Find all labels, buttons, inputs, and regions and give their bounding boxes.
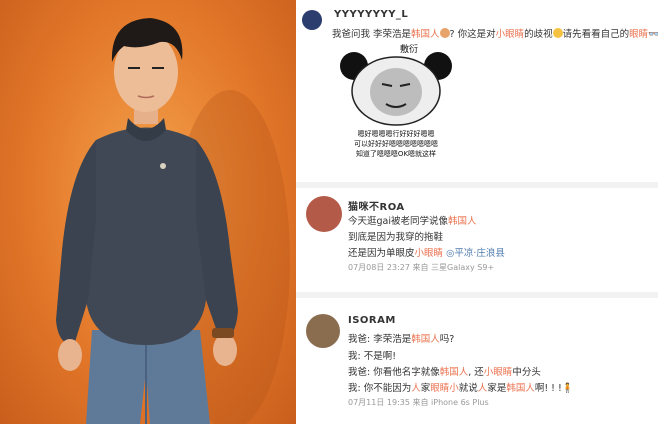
text-segment: 的歧视 <box>524 29 553 40</box>
text-segment: 今天逛gai被老同学说像 <box>348 216 448 227</box>
post-meta: 07月08日 23:27 来自 三星Galaxy S9+ <box>348 263 495 272</box>
comment-text: 我: 你不能因为人家眼睛小就说人家是韩国人啊! ! !🧍 <box>348 380 574 394</box>
comment-text: 我爸: 你看他名字就像韩国人, 还小眼睛中分头 <box>348 364 541 378</box>
meme-caption: 嗯好嗯嗯嗯行好好好嗯嗯 <box>357 130 435 138</box>
highlight-keyword[interactable]: 小眼睛 <box>496 29 525 40</box>
username[interactable]: 猫咪不ROA <box>348 198 405 213</box>
text-segment: 家 <box>420 383 431 394</box>
highlight-keyword[interactable]: 韩国人 <box>506 383 535 394</box>
text-segment: 请先看看自己的 <box>562 29 630 40</box>
text-segment: 中分头 <box>512 367 541 378</box>
comment-feed: YYYYYYYY_L 我爸问我 李荣浩是韩国人? 你这是对小眼睛的歧视 请先看看自… <box>296 0 658 424</box>
highlight-keyword[interactable]: 眼睛小 <box>430 383 459 394</box>
comment-text: 今天逛gai被老同学说像韩国人 <box>348 213 477 227</box>
location-link[interactable]: ◎平凉·庄浪县 <box>446 248 505 259</box>
highlight-keyword[interactable]: 韩国人 <box>440 367 469 378</box>
highlight-keyword[interactable]: 小眼睛 <box>415 248 444 259</box>
panda-meme-image[interactable]: 敷衍 嗯好嗯嗯嗯行好好好嗯嗯 可以好好好嗯嗯嗯嗯嗯嗯嗯 知道了嗯嗯嗯OK嗯就这样 <box>336 46 456 166</box>
face-emoji-icon <box>439 28 450 38</box>
person-figure <box>56 18 290 424</box>
highlight-keyword[interactable]: 人 <box>478 383 488 394</box>
comment-text: 我爸问我 李荣浩是韩国人 ? 你这是对小眼睛的歧视 请先看看自己的眼睛👓 <box>332 26 658 40</box>
username[interactable]: ISORAM <box>348 315 396 326</box>
text-segment: 吗? <box>439 334 455 345</box>
highlight-keyword[interactable]: 韩国人 <box>411 334 440 345</box>
avatar[interactable] <box>306 196 342 232</box>
text-segment: 就说 <box>458 383 478 394</box>
text-segment: 家是 <box>487 383 507 394</box>
text-segment: 我: 你不能因为 <box>348 383 412 394</box>
figure-emoji-icon: 🧍 <box>561 383 574 394</box>
text-segment: 我爸: 你看他名字就像 <box>348 367 440 378</box>
panda-face-icon <box>340 52 452 126</box>
portrait-photo <box>0 0 296 424</box>
comment-text: 我爸: 李荣浩是韩国人吗? <box>348 331 454 345</box>
text-segment: ? 你这是对 <box>449 29 496 40</box>
comment-text: 我: 不是啊! <box>348 351 397 362</box>
highlight-keyword[interactable]: 小眼睛 <box>484 367 513 378</box>
text-segment: , 还 <box>468 367 484 378</box>
meme-caption: 可以好好好嗯嗯嗯嗯嗯嗯嗯 <box>354 140 438 148</box>
location-text: 平凉·庄浪县 <box>454 248 505 259</box>
section-divider <box>296 182 658 188</box>
avatar[interactable] <box>306 314 340 348</box>
smile-emoji-icon <box>552 28 563 38</box>
meme-caption: 知道了嗯嗯嗯OK嗯就这样 <box>355 150 437 158</box>
comment-text: 还是因为单眼皮小眼睛 ◎平凉·庄浪县 <box>348 245 505 259</box>
highlight-keyword[interactable]: 韩国人 <box>411 29 440 40</box>
highlight-keyword[interactable]: 韩国人 <box>448 216 477 227</box>
text-segment: 还是因为单眼皮 <box>348 248 415 259</box>
comment-text: 到底是因为我穿的拖鞋 <box>348 232 444 243</box>
post-meta: 07月11日 19:35 来自 iPhone 6s Plus <box>348 398 489 407</box>
avatar[interactable] <box>302 10 322 30</box>
meme-caption-top: 敷衍 <box>399 45 418 55</box>
glasses-emoji-icon: 👓 <box>648 29 658 40</box>
highlight-keyword[interactable]: 眼睛 <box>629 29 648 40</box>
text-segment: 我爸问我 李荣浩是 <box>332 29 412 40</box>
text-segment: 啊! ! ! <box>534 383 562 394</box>
username[interactable]: YYYYYYYY_L <box>334 9 408 20</box>
section-divider <box>296 292 658 298</box>
text-segment: 我爸: 李荣浩是 <box>348 334 412 345</box>
highlight-keyword[interactable]: 人 <box>411 383 421 394</box>
